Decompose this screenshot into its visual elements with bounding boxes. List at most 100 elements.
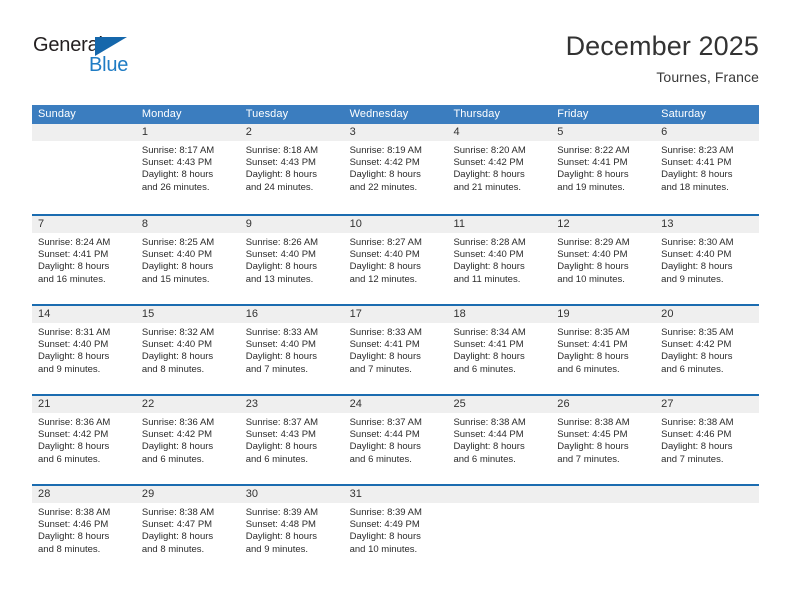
day-info: Sunrise: 8:38 AM Sunset: 4:44 PM Dayligh… xyxy=(447,413,551,466)
day-info: Sunrise: 8:28 AM Sunset: 4:40 PM Dayligh… xyxy=(447,233,551,286)
day-number: 12 xyxy=(551,216,656,233)
day-cell[interactable]: 16 Sunrise: 8:33 AM Sunset: 4:40 PM Dayl… xyxy=(239,306,344,394)
day-number: 29 xyxy=(135,486,240,503)
day-cell[interactable]: 1 Sunrise: 8:17 AM Sunset: 4:43 PM Dayli… xyxy=(135,124,240,212)
day-cell[interactable]: 6 Sunrise: 8:23 AM Sunset: 4:41 PM Dayli… xyxy=(655,124,760,212)
day-cell[interactable]: 8 Sunrise: 8:25 AM Sunset: 4:40 PM Dayli… xyxy=(135,216,240,304)
sunrise-text: Sunrise: 8:23 AM xyxy=(661,145,734,156)
sunset-text: Sunset: 4:41 PM xyxy=(661,157,732,169)
day-cell[interactable]: 28 Sunrise: 8:38 AM Sunset: 4:46 PM Dayl… xyxy=(32,486,136,574)
daylight-text-line2: and 6 minutes. xyxy=(453,453,516,465)
daylight-text-line2: and 16 minutes. xyxy=(38,273,106,285)
daylight-text-line2: and 9 minutes. xyxy=(661,273,724,285)
daylight-text-line1: Daylight: 8 hours xyxy=(38,531,110,543)
daylight-text-line1: Daylight: 8 hours xyxy=(245,441,318,453)
sunset-text: Sunset: 4:42 PM xyxy=(661,339,732,351)
brand-logo[interactable]: General Blue xyxy=(33,34,193,84)
brand-name-blue: Blue xyxy=(89,54,129,76)
day-cell[interactable]: 14 Sunrise: 8:31 AM Sunset: 4:40 PM Dayl… xyxy=(32,306,136,394)
day-cell[interactable]: 7 Sunrise: 8:24 AM Sunset: 4:41 PM Dayli… xyxy=(32,216,136,304)
day-info: Sunrise: 8:24 AM Sunset: 4:41 PM Dayligh… xyxy=(32,233,136,286)
sunrise-text: Sunrise: 8:38 AM xyxy=(141,507,215,518)
daylight-text-line1: Daylight: 8 hours xyxy=(453,169,525,181)
day-number: 10 xyxy=(343,216,448,233)
day-cell[interactable] xyxy=(32,124,136,212)
sunset-text: Sunset: 4:40 PM xyxy=(245,339,316,351)
day-cell[interactable]: 12 Sunrise: 8:29 AM Sunset: 4:40 PM Dayl… xyxy=(551,216,656,304)
day-cell[interactable]: 13 Sunrise: 8:30 AM Sunset: 4:40 PM Dayl… xyxy=(655,216,760,304)
day-cell[interactable]: 19 Sunrise: 8:35 AM Sunset: 4:41 PM Dayl… xyxy=(551,306,656,394)
day-cell[interactable]: 17 Sunrise: 8:33 AM Sunset: 4:41 PM Dayl… xyxy=(343,306,448,394)
day-cell[interactable]: 29 Sunrise: 8:38 AM Sunset: 4:47 PM Dayl… xyxy=(135,486,240,574)
sunset-text: Sunset: 4:44 PM xyxy=(453,429,524,441)
day-cell[interactable]: 25 Sunrise: 8:38 AM Sunset: 4:44 PM Dayl… xyxy=(447,396,552,484)
day-cell[interactable]: 24 Sunrise: 8:37 AM Sunset: 4:44 PM Dayl… xyxy=(343,396,448,484)
daylight-text-line2: and 7 minutes. xyxy=(557,453,620,465)
location-subtitle: Tournes, France xyxy=(656,69,759,85)
day-cell[interactable]: 4 Sunrise: 8:20 AM Sunset: 4:42 PM Dayli… xyxy=(447,124,552,212)
sunset-text: Sunset: 4:48 PM xyxy=(245,519,316,531)
day-number: 11 xyxy=(447,216,552,233)
day-cell[interactable]: 10 Sunrise: 8:27 AM Sunset: 4:40 PM Dayl… xyxy=(343,216,448,304)
day-cell[interactable]: 11 Sunrise: 8:28 AM Sunset: 4:40 PM Dayl… xyxy=(447,216,552,304)
day-cell[interactable]: 18 Sunrise: 8:34 AM Sunset: 4:41 PM Dayl… xyxy=(447,306,552,394)
daylight-text-line1: Daylight: 8 hours xyxy=(557,351,629,363)
day-cell[interactable]: 23 Sunrise: 8:37 AM Sunset: 4:43 PM Dayl… xyxy=(239,396,344,484)
day-number: 30 xyxy=(239,486,344,503)
day-cell[interactable]: 22 Sunrise: 8:36 AM Sunset: 4:42 PM Dayl… xyxy=(135,396,240,484)
sunrise-text: Sunrise: 8:29 AM xyxy=(557,237,630,248)
daylight-text-line2: and 26 minutes. xyxy=(141,181,210,193)
daylight-text-line2: and 6 minutes. xyxy=(141,453,205,465)
daylight-text-line2: and 9 minutes. xyxy=(38,363,101,375)
day-cell[interactable]: 2 Sunrise: 8:18 AM Sunset: 4:43 PM Dayli… xyxy=(239,124,344,212)
day-number: 14 xyxy=(32,306,136,323)
sunset-text: Sunset: 4:46 PM xyxy=(38,519,109,531)
daylight-text-line1: Daylight: 8 hours xyxy=(349,441,421,453)
day-info: Sunrise: 8:39 AM Sunset: 4:48 PM Dayligh… xyxy=(240,503,344,556)
daylight-text-line2: and 21 minutes. xyxy=(453,181,522,193)
day-info: Sunrise: 8:37 AM Sunset: 4:44 PM Dayligh… xyxy=(344,413,448,466)
sunset-text: Sunset: 4:43 PM xyxy=(245,157,316,169)
day-cell[interactable] xyxy=(551,486,656,574)
weekday-sunday: Sunday xyxy=(38,108,76,120)
sunrise-text: Sunrise: 8:25 AM xyxy=(141,237,215,248)
day-info: Sunrise: 8:31 AM Sunset: 4:40 PM Dayligh… xyxy=(32,323,136,376)
day-cell[interactable]: 20 Sunrise: 8:35 AM Sunset: 4:42 PM Dayl… xyxy=(655,306,760,394)
day-cell[interactable] xyxy=(447,486,552,574)
sunset-text: Sunset: 4:42 PM xyxy=(349,157,420,169)
daylight-text-line1: Daylight: 8 hours xyxy=(557,169,629,181)
day-cell[interactable]: 15 Sunrise: 8:32 AM Sunset: 4:40 PM Dayl… xyxy=(135,306,240,394)
sunrise-text: Sunrise: 8:38 AM xyxy=(661,417,734,428)
day-cell[interactable]: 5 Sunrise: 8:22 AM Sunset: 4:41 PM Dayli… xyxy=(551,124,656,212)
day-number: 13 xyxy=(655,216,760,233)
day-cell[interactable]: 27 Sunrise: 8:38 AM Sunset: 4:46 PM Dayl… xyxy=(655,396,760,484)
day-cell[interactable]: 30 Sunrise: 8:39 AM Sunset: 4:48 PM Dayl… xyxy=(239,486,344,574)
sunrise-text: Sunrise: 8:35 AM xyxy=(557,327,630,338)
daylight-text-line1: Daylight: 8 hours xyxy=(141,531,214,543)
day-info: Sunrise: 8:25 AM Sunset: 4:40 PM Dayligh… xyxy=(136,233,240,286)
sunset-text: Sunset: 4:41 PM xyxy=(557,157,628,169)
week-row: 7 Sunrise: 8:24 AM Sunset: 4:41 PM Dayli… xyxy=(32,214,760,304)
day-info: Sunrise: 8:36 AM Sunset: 4:42 PM Dayligh… xyxy=(136,413,240,466)
sunrise-text: Sunrise: 8:38 AM xyxy=(453,417,526,428)
day-cell[interactable]: 31 Sunrise: 8:39 AM Sunset: 4:49 PM Dayl… xyxy=(343,486,448,574)
day-cell[interactable]: 21 Sunrise: 8:36 AM Sunset: 4:42 PM Dayl… xyxy=(32,396,136,484)
sunrise-text: Sunrise: 8:31 AM xyxy=(38,327,111,338)
daylight-text-line1: Daylight: 8 hours xyxy=(453,261,525,273)
day-cell[interactable] xyxy=(655,486,760,574)
day-info: Sunrise: 8:33 AM Sunset: 4:41 PM Dayligh… xyxy=(344,323,448,376)
daylight-text-line1: Daylight: 8 hours xyxy=(245,169,318,181)
day-number xyxy=(655,486,760,503)
day-number: 17 xyxy=(343,306,448,323)
day-info: Sunrise: 8:23 AM Sunset: 4:41 PM Dayligh… xyxy=(655,141,759,194)
day-cell[interactable]: 26 Sunrise: 8:38 AM Sunset: 4:45 PM Dayl… xyxy=(551,396,656,484)
daylight-text-line2: and 6 minutes. xyxy=(557,363,620,375)
day-cell[interactable]: 9 Sunrise: 8:26 AM Sunset: 4:40 PM Dayli… xyxy=(239,216,344,304)
daylight-text-line1: Daylight: 8 hours xyxy=(349,169,421,181)
day-cell[interactable]: 3 Sunrise: 8:19 AM Sunset: 4:42 PM Dayli… xyxy=(343,124,448,212)
day-info: Sunrise: 8:33 AM Sunset: 4:40 PM Dayligh… xyxy=(240,323,344,376)
daylight-text-line2: and 6 minutes. xyxy=(661,363,724,375)
day-info: Sunrise: 8:37 AM Sunset: 4:43 PM Dayligh… xyxy=(240,413,344,466)
sunset-text: Sunset: 4:42 PM xyxy=(38,429,109,441)
daylight-text-line2: and 12 minutes. xyxy=(349,273,418,285)
